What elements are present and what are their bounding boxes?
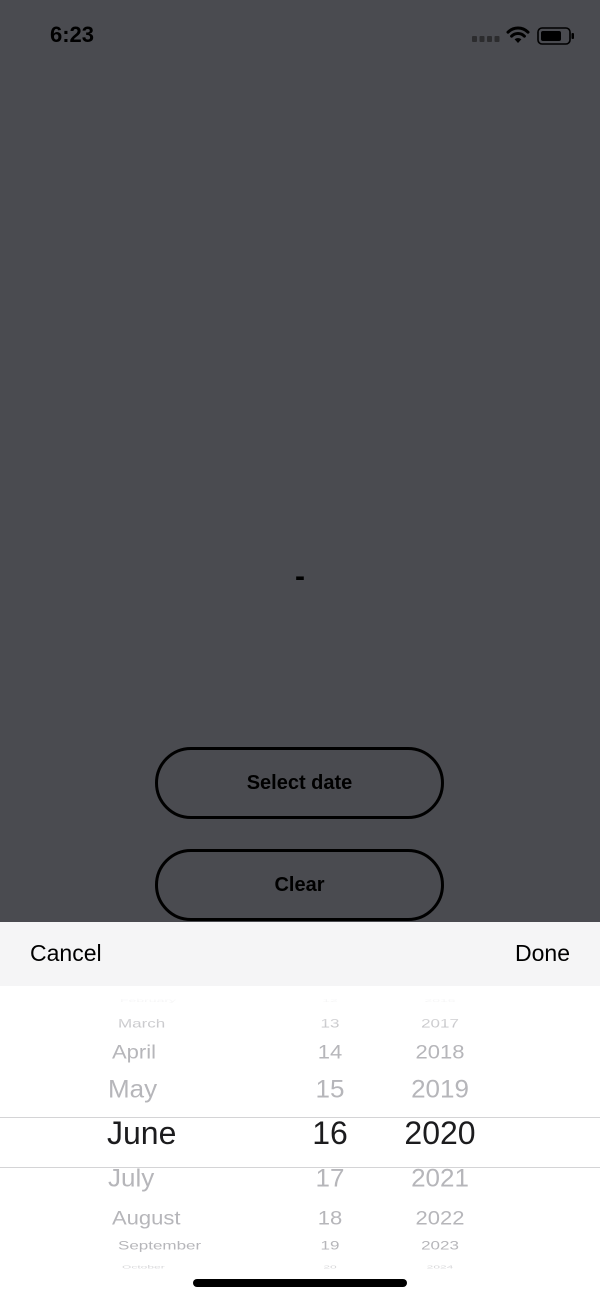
picker-toolbar: Cancel Done (0, 922, 600, 986)
month-option[interactable]: July (108, 1164, 154, 1194)
year-option[interactable]: 2017 (380, 1017, 500, 1031)
month-option[interactable]: February (120, 997, 176, 1003)
day-option[interactable]: 17 (280, 1164, 380, 1194)
day-option[interactable]: 16 (280, 1115, 380, 1152)
month-option[interactable]: October (122, 1264, 165, 1269)
clear-button[interactable]: Clear (155, 849, 444, 921)
month-option[interactable]: August (112, 1206, 181, 1229)
day-option[interactable]: 14 (280, 1040, 380, 1063)
done-button[interactable]: Done (515, 940, 570, 967)
date-picker-wheel[interactable]: February March April May June July August Septe… (0, 986, 600, 1299)
month-option[interactable]: September (118, 1239, 201, 1253)
battery-icon (537, 27, 574, 45)
year-option[interactable]: 2016 (380, 997, 500, 1003)
year-option[interactable]: 2021 (380, 1164, 500, 1194)
status-bar: 6:23 (0, 0, 600, 72)
year-option[interactable]: 2018 (380, 1040, 500, 1063)
month-option[interactable]: May (108, 1075, 157, 1105)
wifi-icon (506, 26, 530, 43)
year-option[interactable]: 2023 (380, 1239, 500, 1253)
year-option[interactable]: 2020 (380, 1115, 500, 1152)
day-option[interactable]: 18 (280, 1206, 380, 1229)
day-option[interactable]: 20 (280, 1264, 380, 1269)
status-time: 6:23 (50, 22, 95, 47)
day-wheel[interactable]: 12 13 14 15 16 17 18 19 20 (280, 986, 380, 1299)
select-date-button[interactable]: Select date (155, 747, 444, 819)
day-option[interactable]: 12 (280, 997, 380, 1003)
month-option[interactable]: June (107, 1115, 176, 1152)
month-wheel[interactable]: February March April May June July August Septe… (0, 986, 280, 1299)
home-indicator (193, 1279, 407, 1287)
year-wheel[interactable]: 2016 2017 2018 2019 2020 2021 2022 2023 2024 (380, 986, 500, 1299)
month-option[interactable]: April (112, 1040, 156, 1063)
day-option[interactable]: 19 (280, 1239, 380, 1253)
year-option[interactable]: 2019 (380, 1075, 500, 1105)
month-option[interactable]: March (118, 1017, 165, 1031)
dimmed-app-screen: 6:23 - Select date Clear (0, 0, 600, 922)
cellular-signal-icon (472, 36, 500, 42)
year-option[interactable]: 2024 (380, 1264, 500, 1269)
day-option[interactable]: 13 (280, 1017, 380, 1031)
selected-date-text: - (295, 560, 305, 593)
cancel-button[interactable]: Cancel (30, 940, 102, 967)
day-option[interactable]: 15 (280, 1075, 380, 1105)
year-option[interactable]: 2022 (380, 1206, 500, 1229)
